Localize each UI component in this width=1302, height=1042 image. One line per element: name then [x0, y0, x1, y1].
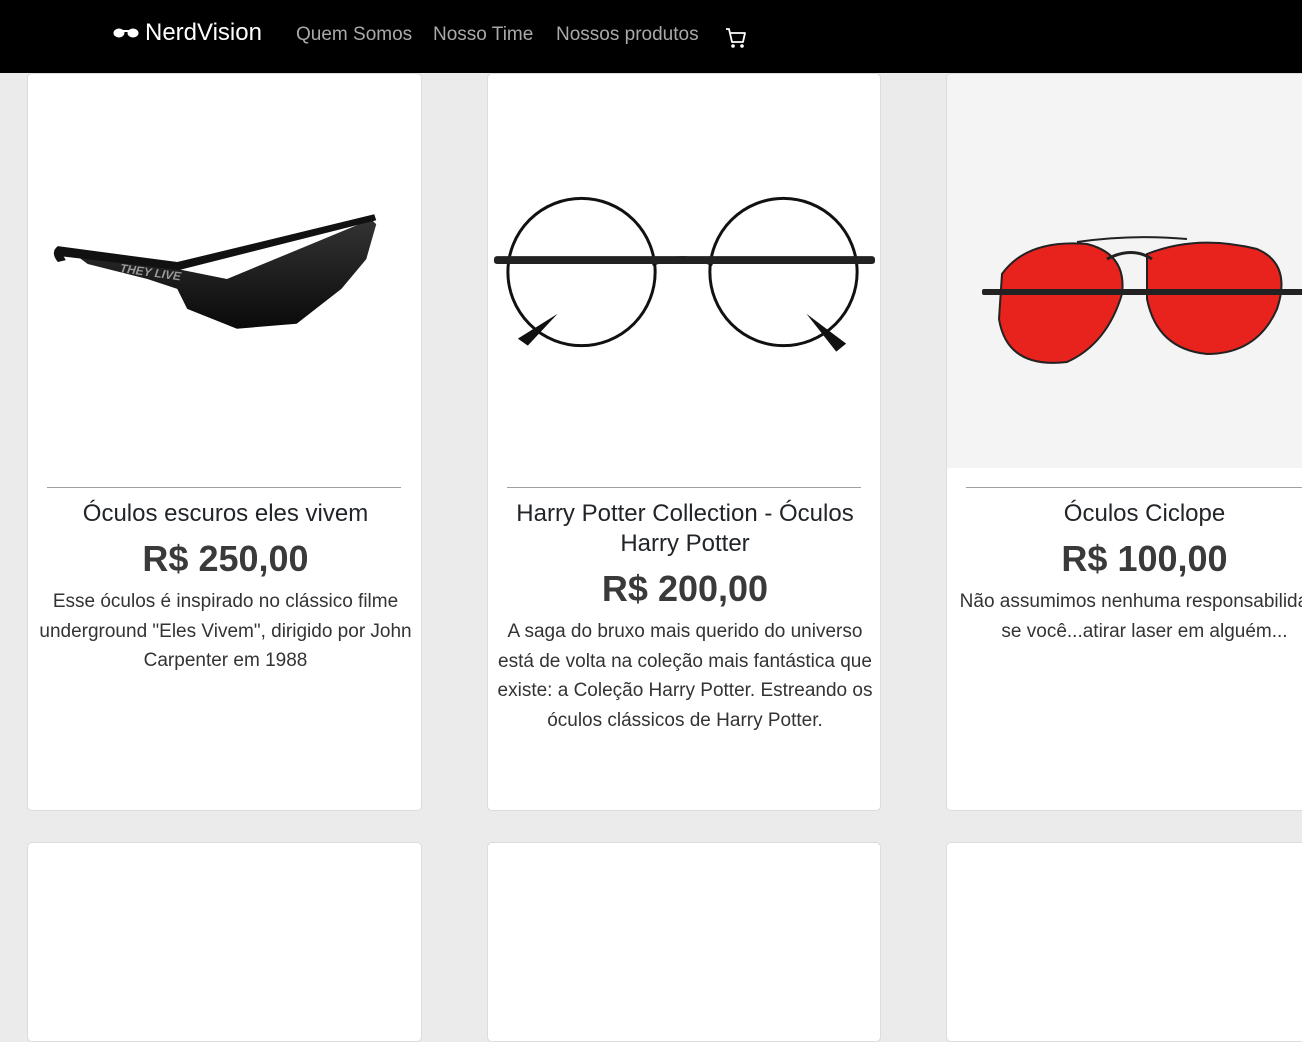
- product-image-red-aviators: [947, 74, 1302, 468]
- product-card[interactable]: [27, 842, 422, 1042]
- product-card[interactable]: [946, 842, 1302, 1042]
- product-description: A saga do bruxo mais querido do universo…: [497, 621, 873, 731]
- product-description: Esse óculos é inspirado no clássico film…: [39, 591, 412, 672]
- product-title: Óculos Ciclope: [1063, 500, 1226, 527]
- nav-link-nossos-produtos[interactable]: Nossos produtos: [556, 24, 699, 46]
- cart-icon[interactable]: [724, 26, 748, 50]
- product-image-sunglasses: THEY LIVE: [53, 214, 377, 329]
- product-card[interactable]: [487, 842, 881, 1042]
- product-price: R$ 100,00: [1061, 538, 1228, 579]
- brand-link[interactable]: NerdVision: [113, 19, 262, 47]
- brand-name: NerdVision: [145, 19, 262, 46]
- product-description: Não assumimos nenhuma responsabilidade s…: [959, 591, 1302, 642]
- nav-link-quem-somos[interactable]: Quem Somos: [296, 24, 412, 46]
- product-image-round-glasses: [493, 196, 876, 352]
- product-price: R$ 200,00: [601, 568, 769, 609]
- product-title: Óculos escuros eles vivem: [82, 500, 369, 527]
- nav-link-nosso-time[interactable]: Nosso Time: [433, 24, 533, 46]
- product-card[interactable]: Óculos Ciclope R$ 100,00 Não assumimos n…: [946, 73, 1302, 811]
- product-price: R$ 250,00: [142, 538, 309, 579]
- glasses-icon: [113, 28, 139, 38]
- navbar: NerdVision Quem Somos Nosso Time Nossos …: [0, 0, 1302, 73]
- product-card[interactable]: THEY LIVE Óculos escuros eles vivem R$ 2…: [27, 73, 422, 811]
- product-card[interactable]: Harry Potter Collection - Óculos Harry P…: [487, 73, 881, 811]
- product-title: Harry Potter Collection - Óculos Harry P…: [516, 500, 854, 557]
